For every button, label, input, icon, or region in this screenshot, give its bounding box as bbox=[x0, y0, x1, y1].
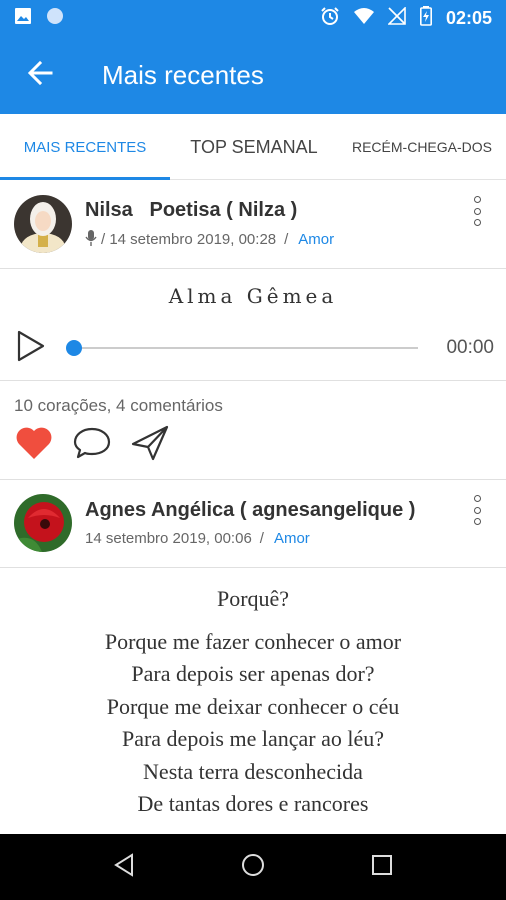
author-name[interactable]: Nilsa Poetisa ( Nilza ) bbox=[85, 199, 334, 222]
nav-home-button[interactable] bbox=[229, 843, 277, 891]
avatar[interactable] bbox=[14, 494, 72, 552]
divider bbox=[0, 567, 506, 568]
poem-line: De tantas dores e rancores bbox=[137, 791, 369, 817]
triangle-back-icon bbox=[113, 852, 135, 882]
post-date: 14 setembro 2019, 00:06 bbox=[85, 530, 252, 547]
play-icon bbox=[16, 330, 46, 367]
post-header: Nilsa Poetisa ( Nilza ) / 14 setembro 20… bbox=[0, 180, 506, 268]
square-recents-icon bbox=[371, 854, 393, 881]
alarm-icon bbox=[320, 6, 340, 31]
more-dot-icon bbox=[473, 207, 481, 215]
more-dot-icon bbox=[473, 495, 481, 502]
nav-back-button[interactable] bbox=[100, 843, 148, 891]
poem-line: Para depois ser apenas dor? bbox=[131, 661, 375, 687]
poem-body: Porquê? Porque me fazer conhecer o amor … bbox=[0, 586, 506, 820]
comment-bubble-icon bbox=[73, 426, 111, 465]
more-dot-icon bbox=[473, 506, 481, 514]
app-bar: Mais recentes bbox=[0, 36, 506, 114]
avatar[interactable] bbox=[14, 195, 72, 253]
post-meta: 14 setembro 2019, 00:06 / Amor bbox=[85, 530, 415, 547]
seek-thumb[interactable] bbox=[66, 340, 82, 356]
microphone-icon bbox=[85, 229, 97, 250]
audio-player: 00:00 bbox=[0, 325, 506, 371]
circle-home-icon bbox=[241, 853, 265, 882]
back-button[interactable] bbox=[0, 36, 80, 114]
post-date: / 14 setembro 2019, 00:28 bbox=[101, 231, 277, 248]
category-link[interactable]: Amor bbox=[298, 231, 334, 248]
author-name[interactable]: Agnes Angélica ( agnesangelique ) bbox=[85, 499, 415, 522]
meta-separator: / bbox=[284, 231, 289, 248]
share-button[interactable] bbox=[130, 425, 170, 465]
system-nav-bar bbox=[0, 834, 506, 900]
tab-recem-chegados[interactable]: RECÉM-CHEGA-DOS bbox=[338, 114, 506, 180]
circle-notification-icon bbox=[46, 7, 64, 30]
heart-icon bbox=[15, 426, 53, 465]
status-bar: 02:05 bbox=[0, 0, 506, 36]
more-dot-icon bbox=[473, 219, 481, 226]
post-header: Agnes Angélica ( agnesangelique ) 14 set… bbox=[0, 479, 506, 567]
play-button[interactable] bbox=[16, 330, 50, 367]
battery-charging-icon bbox=[419, 5, 432, 31]
poem-line: Nesta terra desconhecida bbox=[143, 758, 363, 784]
poem-line: Porque me deixar conhecer o céu bbox=[106, 693, 400, 719]
like-button[interactable] bbox=[14, 425, 54, 465]
audio-time: 00:00 bbox=[446, 337, 494, 358]
wifi-icon bbox=[353, 7, 374, 30]
more-dot-icon bbox=[473, 196, 481, 203]
more-options-button[interactable] bbox=[470, 196, 484, 226]
image-notification-icon bbox=[14, 7, 32, 30]
tab-bar: MAIS RECENTES TOP SEMANAL RECÉM-CHEGA-DO… bbox=[0, 114, 506, 180]
no-signal-icon bbox=[387, 5, 406, 30]
post-stats[interactable]: 10 corações, 4 comentários bbox=[14, 396, 223, 416]
category-link[interactable]: Amor bbox=[274, 530, 310, 547]
poem-line: Porque me fazer conhecer o amor bbox=[104, 629, 402, 654]
more-options-button[interactable] bbox=[470, 495, 484, 525]
divider bbox=[0, 380, 506, 381]
status-time: 02:05 bbox=[445, 7, 492, 28]
poem-title: Porquê? bbox=[216, 586, 290, 611]
divider bbox=[0, 268, 506, 269]
poem-line: Para depois me lançar ao léu? bbox=[121, 726, 385, 752]
comment-button[interactable] bbox=[72, 425, 112, 465]
page-title: Mais recentes bbox=[102, 59, 264, 90]
poem-title: Alma Gêmea bbox=[168, 284, 338, 308]
tab-top-semanal[interactable]: TOP SEMANAL bbox=[170, 114, 338, 180]
tab-mais-recentes[interactable]: MAIS RECENTES bbox=[0, 114, 170, 180]
meta-separator: / bbox=[259, 530, 264, 547]
seek-bar[interactable] bbox=[73, 347, 418, 349]
post-actions bbox=[14, 425, 170, 465]
nav-recents-button[interactable] bbox=[358, 843, 406, 891]
more-dot-icon bbox=[473, 518, 481, 525]
send-icon bbox=[131, 425, 169, 466]
post-meta: / 14 setembro 2019, 00:28 / Amor bbox=[85, 229, 334, 250]
arrow-back-icon bbox=[27, 60, 53, 91]
